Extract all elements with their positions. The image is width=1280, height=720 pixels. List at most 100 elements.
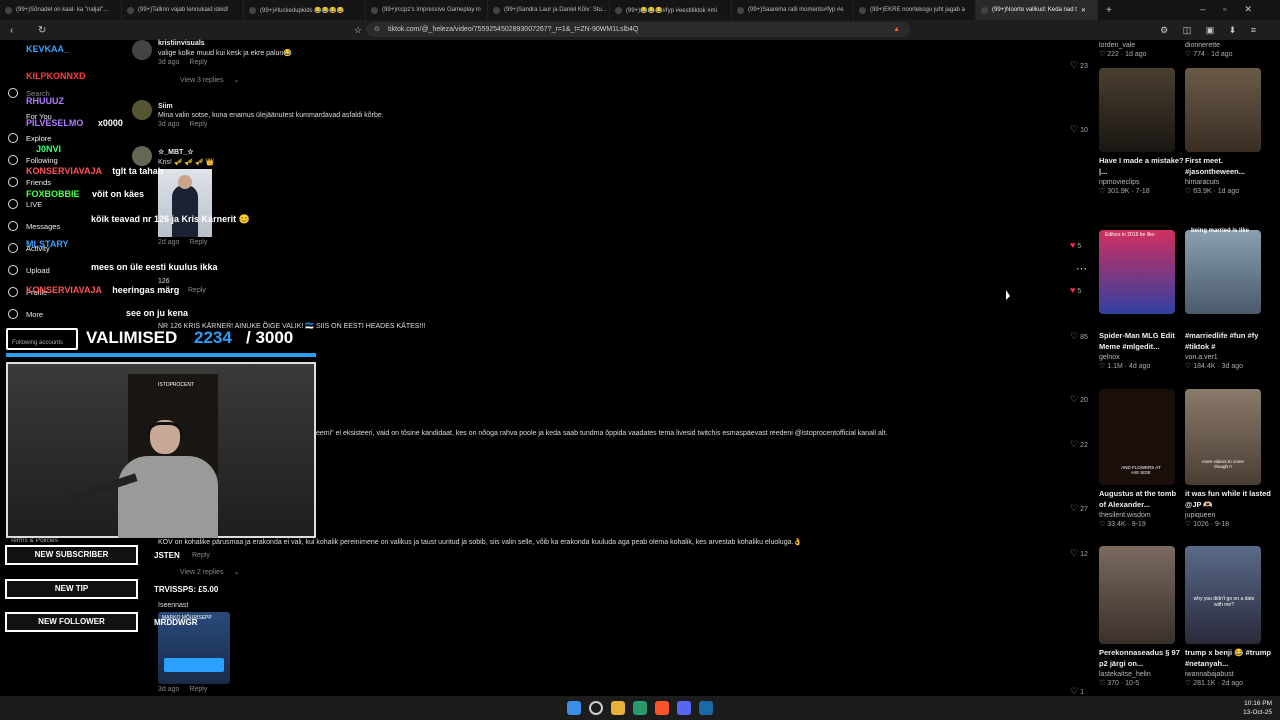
- browser-tab[interactable]: (99+)😂😂😂#fyp #eestitiktok #mi: [610, 0, 732, 20]
- browser-tab[interactable]: (99+)Saarema ralli moments#fyp #e: [732, 0, 854, 20]
- heart-icon[interactable]: ♡: [1070, 503, 1078, 514]
- url-field[interactable]: ⊙ tiktok.com/@_heleza/video/755925450289…: [366, 22, 910, 37]
- terms-link[interactable]: Terms & Policies: [10, 537, 58, 544]
- video-card[interactable]: AND FLOWERS AT HIS SIDE Augustus at the …: [1099, 389, 1185, 528]
- view-count: ♡ 184.4K · 3d ago: [1185, 363, 1244, 370]
- nav-live[interactable]: LIVE: [8, 199, 42, 209]
- reply-button[interactable]: Reply: [189, 686, 207, 693]
- video-thumbnail[interactable]: [1099, 546, 1175, 644]
- nav-friends[interactable]: Friends: [8, 177, 51, 187]
- start-icon[interactable]: [567, 701, 581, 715]
- activity-icon: [8, 243, 18, 253]
- video-card[interactable]: dionnerette ♡ 774 · 1d ago: [1185, 40, 1271, 58]
- chat-message: PILVESELMO x0000: [26, 118, 123, 128]
- like-count[interactable]: ♡ 85: [1070, 331, 1088, 342]
- following-accounts-label: Following accounts: [12, 340, 64, 346]
- search-icon[interactable]: [589, 701, 603, 715]
- maximize-icon[interactable]: ▫: [1223, 4, 1244, 14]
- video-card[interactable]: lorden_vale ♡ 222 · 1d ago: [1099, 40, 1185, 58]
- nav-following[interactable]: Following: [8, 155, 58, 165]
- app-icon[interactable]: [633, 701, 647, 715]
- browser-tab-active[interactable]: (99+)Noorte valikud: Keda nad t ✕: [976, 0, 1098, 20]
- brave-shield-icon[interactable]: ▲: [893, 22, 900, 37]
- like-count[interactable]: ♥ 5: [1070, 285, 1081, 295]
- back-icon[interactable]: ‹: [10, 25, 13, 36]
- video-thumbnail[interactable]: Editors in 2016 be like:: [1099, 230, 1175, 314]
- close-tab-icon[interactable]: ✕: [1081, 7, 1086, 14]
- heart-icon[interactable]: ♡: [1070, 394, 1078, 405]
- new-tab-button[interactable]: +: [1106, 5, 1112, 16]
- like-count[interactable]: ♡ 23: [1070, 60, 1088, 71]
- new-tip-alert: NEW TIP: [5, 579, 138, 599]
- browser-tab[interactable]: (99+)rccpz's Impressive Gameplay in: [366, 0, 488, 20]
- video-thumbnail[interactable]: why you didn't go on a date with me?: [1185, 546, 1261, 644]
- brave-browser-icon[interactable]: [655, 701, 669, 715]
- close-window-icon[interactable]: ✕: [1244, 4, 1270, 14]
- video-thumbnail[interactable]: [1099, 68, 1175, 152]
- nav-messages[interactable]: Messages: [8, 221, 60, 231]
- video-card[interactable]: why you didn't go on a date with me? tru…: [1185, 546, 1271, 687]
- like-count[interactable]: ♡ 27: [1070, 503, 1088, 514]
- extensions-icons[interactable]: ⚙ ◫ ▣ ⬇ ≡: [1160, 25, 1262, 36]
- steam-icon[interactable]: [699, 701, 713, 715]
- clock-date: 13-Oct-25: [1243, 709, 1272, 716]
- video-thumbnail[interactable]: [1185, 68, 1261, 152]
- nav-more[interactable]: More: [8, 309, 43, 319]
- like-count[interactable]: ♡ 22: [1070, 439, 1088, 450]
- chat-message: J0NVI: [36, 144, 62, 154]
- heart-icon[interactable]: ♥: [1070, 240, 1075, 250]
- chat-message: KEVKAA_: [26, 44, 70, 54]
- reply-button[interactable]: Reply: [192, 552, 210, 559]
- view-count: ♡ 33.4K · 9-19: [1099, 521, 1146, 528]
- following-icon: [8, 155, 18, 165]
- like-count[interactable]: ♡ 20: [1070, 394, 1088, 405]
- heart-icon[interactable]: ♡: [1070, 331, 1078, 342]
- file-explorer-icon[interactable]: [611, 701, 625, 715]
- video-card[interactable]: more videos to come though !! it was fun…: [1185, 389, 1271, 528]
- nav-upload[interactable]: Upload: [8, 265, 50, 275]
- view-replies-button[interactable]: View 2 replies ⌄: [180, 568, 1058, 576]
- video-thumbnail[interactable]: being married is like: [1185, 228, 1261, 314]
- heart-icon[interactable]: ♡: [1070, 60, 1078, 71]
- discord-icon[interactable]: [677, 701, 691, 715]
- system-tray[interactable]: 10:16 PM 13-Oct-25: [1243, 699, 1272, 717]
- live-icon: [8, 199, 18, 209]
- site-info-icon[interactable]: ⊙: [374, 22, 380, 37]
- chat-message: FOXBOBBIE võit on käes: [26, 189, 145, 199]
- tip-name: TRVISSPS: £5.00: [154, 585, 219, 594]
- browser-tab[interactable]: (99+)Tallinn vajab lennukaid ideid!: [122, 0, 244, 20]
- reload-icon[interactable]: ↻: [38, 25, 46, 36]
- tab-favicon: [981, 6, 988, 14]
- minimize-icon[interactable]: –: [1200, 4, 1223, 14]
- browser-tab[interactable]: (99+)#fuckedupkids 😂😂😂😂: [244, 0, 366, 20]
- video-card[interactable]: being married is like #marriedlife #fun …: [1185, 228, 1271, 370]
- messages-icon: [8, 221, 18, 231]
- browser-tab[interactable]: (99+)Sõnadel on kaal- ka "naljal"...: [0, 0, 122, 20]
- stream-chat-overlay: Search For You Explore Following Friends…: [0, 40, 330, 330]
- nav-explore[interactable]: Explore: [8, 133, 51, 143]
- like-count[interactable]: ♡ 12: [1070, 548, 1088, 559]
- upload-icon: [8, 265, 18, 275]
- video-card[interactable]: Editors in 2016 be like: Spider-Man MLG …: [1099, 230, 1185, 370]
- browser-tab[interactable]: (99+)Sandra Laur ja Daniel Kõiv: Stu...: [488, 0, 610, 20]
- heart-icon[interactable]: ♡: [1070, 548, 1078, 559]
- clock-time: 10:16 PM: [1244, 700, 1272, 707]
- video-thumbnail[interactable]: more videos to come though !!: [1185, 389, 1261, 485]
- counter-value: 2234: [194, 328, 232, 347]
- video-card[interactable]: Have I made a mistake? |... npmovieclips…: [1099, 68, 1185, 195]
- video-thumbnail[interactable]: AND FLOWERS AT HIS SIDE: [1099, 389, 1175, 485]
- like-count[interactable]: ♡ 10: [1070, 124, 1088, 135]
- like-count[interactable]: ♥ 5: [1070, 240, 1081, 250]
- video-card[interactable]: Perekonnaseadus § 97 p2 järgi on... last…: [1099, 546, 1185, 687]
- tab-favicon: [249, 6, 256, 14]
- bookmark-icon[interactable]: ☆: [354, 25, 362, 36]
- tab-favicon: [127, 6, 134, 14]
- heart-icon[interactable]: ♥: [1070, 285, 1075, 295]
- heart-icon[interactable]: ♡: [1070, 124, 1078, 135]
- more-options-icon[interactable]: ⋯: [1076, 262, 1087, 275]
- video-card[interactable]: First meet. #jasontheween... himaracuts …: [1185, 68, 1271, 195]
- heart-icon[interactable]: ♡: [1070, 439, 1078, 450]
- browser-tab[interactable]: (99+)EKRE noortekogu juht jagab a: [854, 0, 976, 20]
- goal-counter: VALIMISED 2234 / 3000 Following accounts: [6, 328, 318, 352]
- chat-message: RHUUUZ: [26, 96, 64, 106]
